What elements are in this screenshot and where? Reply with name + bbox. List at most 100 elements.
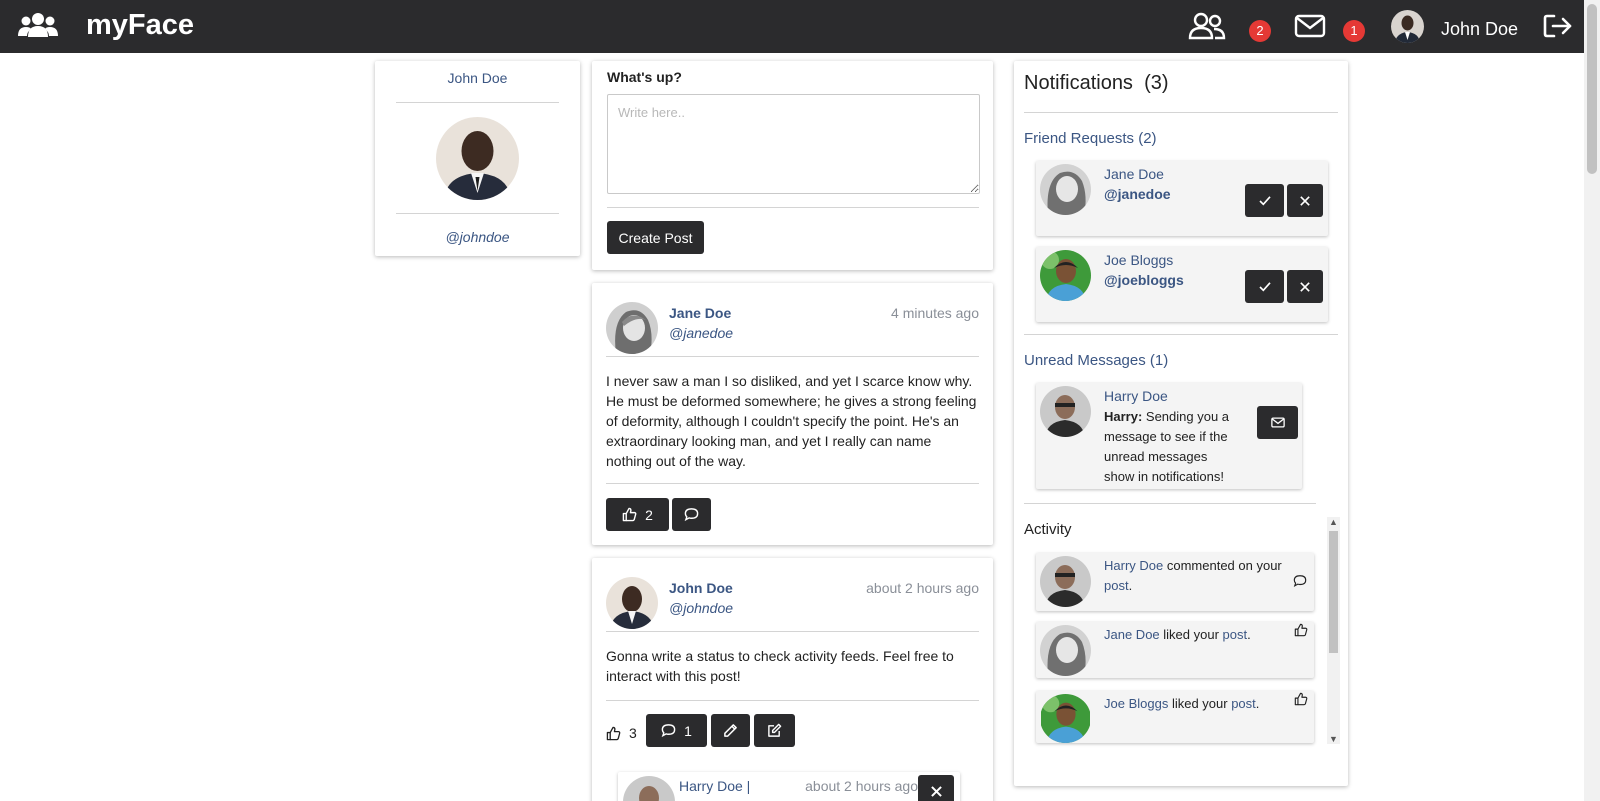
activity-scrollbar[interactable]: ▲ ▼ [1327,517,1340,744]
comment-count: 1 [684,722,692,739]
edit-square-icon [768,723,782,737]
activity-scroll-thumb[interactable] [1329,531,1338,653]
friend-requests-title: Friend Requests (2) [1024,130,1157,147]
post-author[interactable]: Jane Doe [669,305,731,321]
post-card: Jane Doe @janedoe 4 minutes ago I never … [592,283,993,545]
avatar[interactable] [606,302,658,354]
thumbs-up-icon [622,507,637,522]
thumbs-up-icon [1294,692,1308,706]
comment-icon [1293,575,1307,587]
post-timestamp: 4 minutes ago [891,305,979,321]
unread-messages-title: Unread Messages (1) [1024,352,1169,369]
open-message-button[interactable] [1257,406,1298,439]
message-badge: 1 [1343,20,1365,42]
like-button[interactable]: 2 [606,498,669,531]
friend-request-handle[interactable]: @joebloggs [1104,272,1184,288]
comment-button[interactable] [672,498,711,531]
activity-actor[interactable]: Joe Bloggs [1104,696,1168,711]
comment-timestamp: about 2 hours ago [805,778,918,794]
pencil-icon [724,724,737,737]
top-navbar: myFace 2 1 John Doe [0,0,1584,53]
create-post-button[interactable]: Create Post [607,221,704,254]
activity-text: Harry Doe commented on your post. [1104,556,1284,596]
activity-target-link[interactable]: post [1223,627,1248,642]
friends-icon[interactable] [1188,12,1226,40]
message-preview-line: Harry: Sending you a message to see if t… [1104,407,1234,487]
comment-card: Harry Doe | about 2 hours ago [618,772,960,801]
edit-post-button[interactable] [711,714,750,747]
close-icon [1300,281,1310,292]
activity-actor[interactable]: Jane Doe [1104,627,1160,642]
post-author[interactable]: John Doe [669,580,733,596]
friend-request-item: Jane Doe @janedoe [1036,161,1328,236]
scroll-up-arrow[interactable]: ▲ [1327,517,1340,527]
like-count: 3 [629,725,637,741]
logout-icon[interactable] [1543,13,1573,39]
close-icon [930,785,942,797]
avatar[interactable] [1040,625,1091,676]
check-icon [1258,281,1271,292]
activity-text: Joe Bloggs liked your post. [1104,694,1284,714]
comment-icon [684,508,699,522]
decline-request-button[interactable] [1287,270,1323,303]
scroll-down-arrow[interactable]: ▼ [1327,734,1340,744]
post-body: I never saw a man I so disliked, and yet… [606,373,977,469]
thumbs-up-icon [606,726,621,740]
profile-name[interactable]: John Doe [375,70,580,86]
post-handle[interactable]: @janedoe [669,325,733,341]
notifications-title-text: Notifications [1024,72,1133,94]
like-button[interactable]: 3 [606,725,637,741]
post-timestamp: about 2 hours ago [866,580,979,596]
avatar[interactable] [1040,556,1091,607]
friend-request-name[interactable]: Jane Doe [1104,166,1164,182]
activity-target-link[interactable]: post [1231,696,1256,711]
profile-card: John Doe @johndoe [375,61,580,256]
edit-note-button[interactable] [754,714,795,747]
users-icon[interactable] [18,11,58,41]
accept-request-button[interactable] [1245,184,1284,217]
composer-title: What's up? [607,69,682,85]
message-sender-label: Harry: [1104,409,1143,424]
close-icon [1300,195,1310,206]
comment-button[interactable]: 1 [646,714,707,747]
activity-title: Activity [1024,521,1072,538]
avatar[interactable] [1040,250,1091,301]
scrollbar-thumb[interactable] [1587,4,1597,174]
friend-request-name[interactable]: Joe Bloggs [1104,252,1173,268]
avatar[interactable] [1040,386,1091,437]
comment-author[interactable]: Harry Doe | [679,778,750,794]
activity-actor[interactable]: Harry Doe [1104,558,1163,573]
message-sender-name[interactable]: Harry Doe [1104,388,1168,404]
page-scrollbar[interactable] [1584,0,1600,801]
post-textarea[interactable] [607,94,980,194]
friend-request-handle[interactable]: @janedoe [1104,186,1171,202]
comment-icon [661,724,676,738]
activity-item: Jane Doe liked your post. [1036,622,1314,678]
activity-target-link[interactable]: post [1104,578,1129,593]
friend-request-badge: 2 [1249,20,1271,42]
avatar[interactable] [1391,10,1424,43]
avatar[interactable] [1040,694,1091,743]
avatar[interactable] [1040,164,1091,215]
decline-request-button[interactable] [1287,184,1323,217]
brand-title[interactable]: myFace [86,9,194,42]
activity-item: Joe Bloggs liked your post. [1036,691,1314,743]
post-handle[interactable]: @johndoe [669,600,733,616]
avatar[interactable] [606,577,658,629]
mail-icon[interactable] [1294,13,1326,39]
nav-user-name[interactable]: John Doe [1441,19,1518,40]
activity-action: liked your [1168,696,1232,711]
notifications-title: Notifications (3) [1024,72,1169,95]
accept-request-button[interactable] [1245,270,1284,303]
unread-message-item: Harry Doe Harry: Sending you a message t… [1036,383,1302,489]
avatar[interactable] [623,776,675,801]
delete-comment-button[interactable] [918,775,954,801]
notifications-count: (3) [1144,72,1169,94]
profile-handle[interactable]: @johndoe [375,229,580,245]
activity-punctuation: . [1255,696,1260,711]
like-count: 2 [645,506,653,523]
activity-punctuation: . [1247,627,1251,642]
post-body: Gonna write a status to check activity f… [606,648,954,684]
activity-action: commented on your [1163,558,1282,573]
activity-text: Jane Doe liked your post. [1104,625,1284,645]
